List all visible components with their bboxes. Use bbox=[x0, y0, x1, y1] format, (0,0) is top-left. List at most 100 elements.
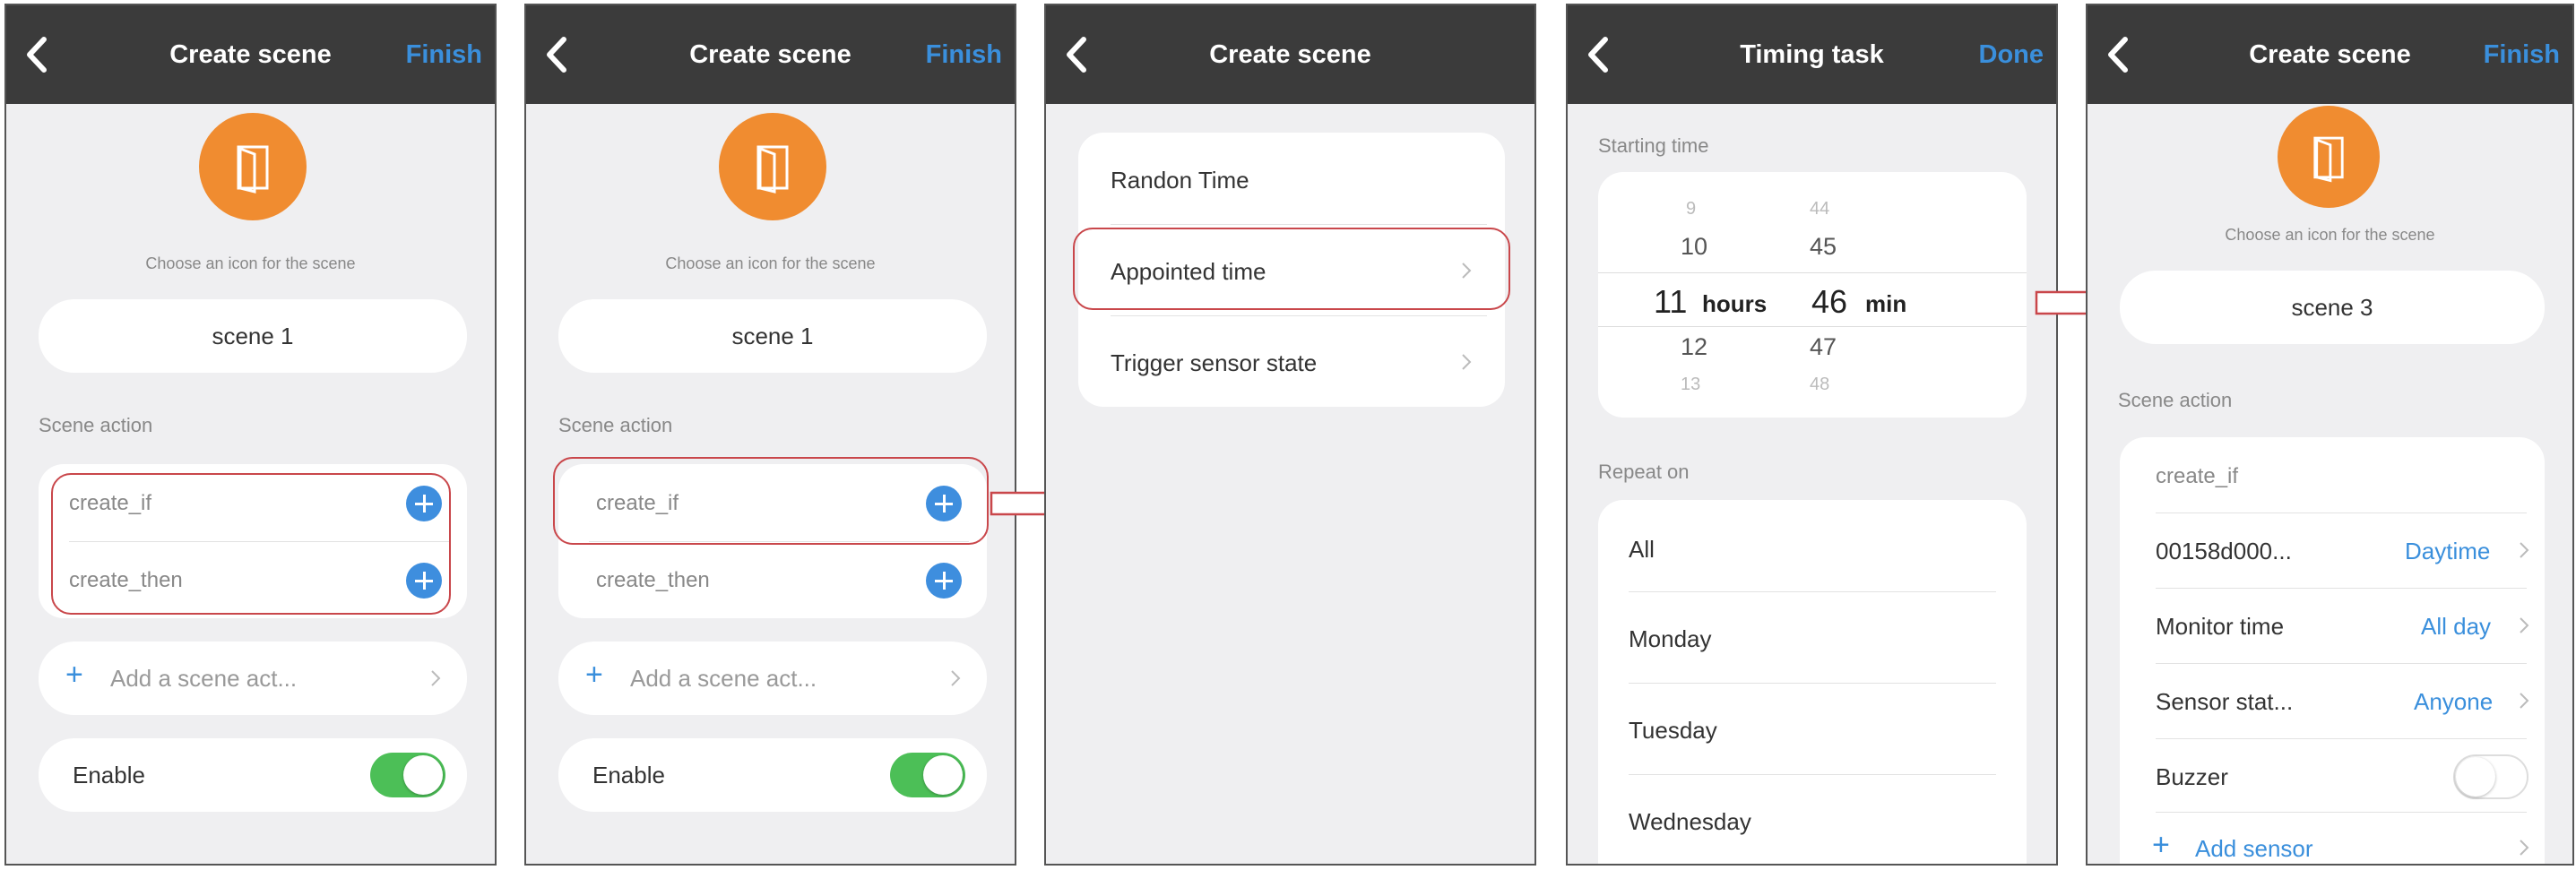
hour-selected[interactable]: 11 bbox=[1654, 283, 1687, 321]
card-header: create_if bbox=[2156, 464, 2239, 488]
door-icon bbox=[237, 145, 269, 194]
finish-button[interactable]: Finish bbox=[2484, 5, 2560, 104]
nav-bar: Timing task Done bbox=[1568, 5, 2056, 104]
repeat-day-monday[interactable]: Monday bbox=[1629, 625, 1712, 653]
divider bbox=[2156, 738, 2527, 739]
divider bbox=[2156, 588, 2527, 589]
hour-option[interactable]: 9 bbox=[1686, 199, 1696, 220]
repeat-on-label: Repeat on bbox=[1598, 461, 1690, 483]
divider bbox=[1629, 591, 1996, 592]
chevron-right-icon bbox=[2520, 693, 2529, 709]
sensor-state-value[interactable]: Anyone bbox=[2414, 688, 2493, 716]
minute-option[interactable]: 44 bbox=[1810, 199, 1829, 220]
plus-icon: + bbox=[585, 658, 603, 692]
picker-line-bottom bbox=[1598, 326, 2027, 327]
back-icon[interactable] bbox=[2098, 23, 2152, 86]
divider bbox=[1629, 774, 1996, 775]
back-icon[interactable] bbox=[17, 23, 71, 86]
minutes-unit: min bbox=[1865, 290, 1907, 317]
repeat-day-tuesday[interactable]: Tuesday bbox=[1629, 717, 1717, 745]
back-icon[interactable] bbox=[1578, 23, 1632, 86]
plus-icon: + bbox=[65, 658, 83, 692]
hour-option[interactable]: 12 bbox=[1681, 333, 1707, 361]
toggle-knob bbox=[2456, 757, 2495, 797]
buzzer-label: Buzzer bbox=[2156, 763, 2228, 790]
hour-option[interactable]: 10 bbox=[1681, 233, 1707, 261]
add-then-icon[interactable] bbox=[926, 563, 962, 599]
picker-line-top bbox=[1598, 272, 2027, 273]
chevron-right-icon bbox=[431, 670, 441, 686]
add-scene-action-label: Add a scene act... bbox=[630, 665, 817, 692]
sensor-row-value[interactable]: Daytime bbox=[2405, 538, 2490, 565]
monitor-time-value[interactable]: All day bbox=[2421, 613, 2491, 641]
scene-name-value: scene 1 bbox=[212, 323, 294, 349]
highlight-box bbox=[51, 473, 451, 615]
scene-name-field[interactable]: scene 3 bbox=[2120, 271, 2545, 344]
minute-option[interactable]: 47 bbox=[1810, 333, 1837, 361]
back-icon[interactable] bbox=[1057, 23, 1111, 86]
divider bbox=[1111, 224, 1487, 225]
divider bbox=[1629, 683, 1996, 684]
repeat-day-wednesday[interactable]: Wednesday bbox=[1629, 808, 1751, 836]
chevron-right-icon bbox=[1462, 354, 1472, 370]
divider bbox=[2156, 812, 2527, 813]
sensor-row-label[interactable]: 00158d000... bbox=[2156, 538, 2292, 565]
scene-name-field[interactable]: scene 1 bbox=[39, 299, 467, 373]
minute-selected[interactable]: 46 bbox=[1811, 283, 1847, 321]
enable-row: Enable bbox=[39, 738, 467, 812]
screen-timing-task: Timing task Done Starting time 9 10 11 h… bbox=[1566, 4, 2058, 866]
finish-button[interactable]: Finish bbox=[406, 5, 482, 104]
screen-trigger-options: Create scene Randon Time Appointed time … bbox=[1044, 4, 1536, 866]
enable-label: Enable bbox=[592, 762, 665, 788]
highlight-box bbox=[1073, 228, 1510, 310]
chevron-right-icon bbox=[2520, 542, 2529, 558]
scene-icon-button[interactable] bbox=[719, 113, 826, 220]
nav-bar: Create scene Finish bbox=[2088, 5, 2572, 104]
toggle-knob bbox=[403, 755, 443, 795]
time-picker[interactable]: 9 10 11 hours 12 13 44 45 46 min 47 48 bbox=[1598, 172, 2027, 418]
highlight-box bbox=[553, 457, 989, 545]
hours-unit: hours bbox=[1702, 290, 1768, 317]
chevron-right-icon bbox=[951, 670, 961, 686]
create-if-card: create_if 00158d000... Daytime Monitor t… bbox=[2120, 437, 2545, 864]
monitor-time-label[interactable]: Monitor time bbox=[2156, 613, 2284, 641]
option-trigger-sensor-state[interactable]: Trigger sensor state bbox=[1111, 349, 1317, 377]
scene-name-field[interactable]: scene 1 bbox=[558, 299, 987, 373]
enable-toggle[interactable] bbox=[370, 753, 445, 797]
toggle-knob bbox=[923, 755, 963, 795]
section-label: Scene action bbox=[2118, 389, 2233, 411]
minute-option[interactable]: 48 bbox=[1810, 375, 1829, 395]
door-icon bbox=[756, 145, 789, 194]
add-scene-action-button[interactable]: + Add a scene act... bbox=[39, 642, 467, 715]
sensor-state-label[interactable]: Sensor stat... bbox=[2156, 688, 2293, 716]
enable-toggle[interactable] bbox=[890, 753, 965, 797]
divider bbox=[1111, 315, 1487, 316]
enable-label: Enable bbox=[73, 762, 145, 788]
add-scene-action-label: Add a scene act... bbox=[110, 665, 298, 692]
section-label: Scene action bbox=[39, 414, 153, 436]
hour-option[interactable]: 13 bbox=[1681, 375, 1700, 395]
section-label: Scene action bbox=[558, 414, 673, 436]
chevron-right-icon bbox=[2520, 617, 2529, 633]
starting-time-label: Starting time bbox=[1598, 134, 1709, 157]
screen-create-scene-2: Create scene Finish Choose an icon for t… bbox=[524, 4, 1016, 866]
screen-create-scene-1: Create scene Finish Choose an icon for t… bbox=[4, 4, 497, 866]
add-sensor-button[interactable]: Add sensor bbox=[2195, 835, 2313, 863]
nav-title: Create scene bbox=[1209, 40, 1371, 69]
icon-caption: Choose an icon for the scene bbox=[145, 254, 356, 272]
plus-icon: + bbox=[2152, 828, 2170, 862]
add-scene-action-button[interactable]: + Add a scene act... bbox=[558, 642, 987, 715]
option-random-time[interactable]: Randon Time bbox=[1111, 167, 1249, 194]
done-button[interactable]: Done bbox=[1979, 5, 2044, 104]
back-icon[interactable] bbox=[537, 23, 591, 86]
action-create-then[interactable]: create_then bbox=[596, 568, 710, 593]
minute-option[interactable]: 45 bbox=[1810, 233, 1837, 261]
scene-icon-button[interactable] bbox=[2278, 106, 2380, 208]
scene-icon-button[interactable] bbox=[199, 113, 307, 220]
repeat-day-all[interactable]: All bbox=[1629, 536, 1655, 564]
door-icon bbox=[2313, 136, 2344, 183]
scene-name-value: scene 3 bbox=[2291, 294, 2373, 321]
finish-button[interactable]: Finish bbox=[926, 5, 1002, 104]
buzzer-toggle[interactable] bbox=[2453, 754, 2528, 799]
scene-name-value: scene 1 bbox=[731, 323, 814, 349]
